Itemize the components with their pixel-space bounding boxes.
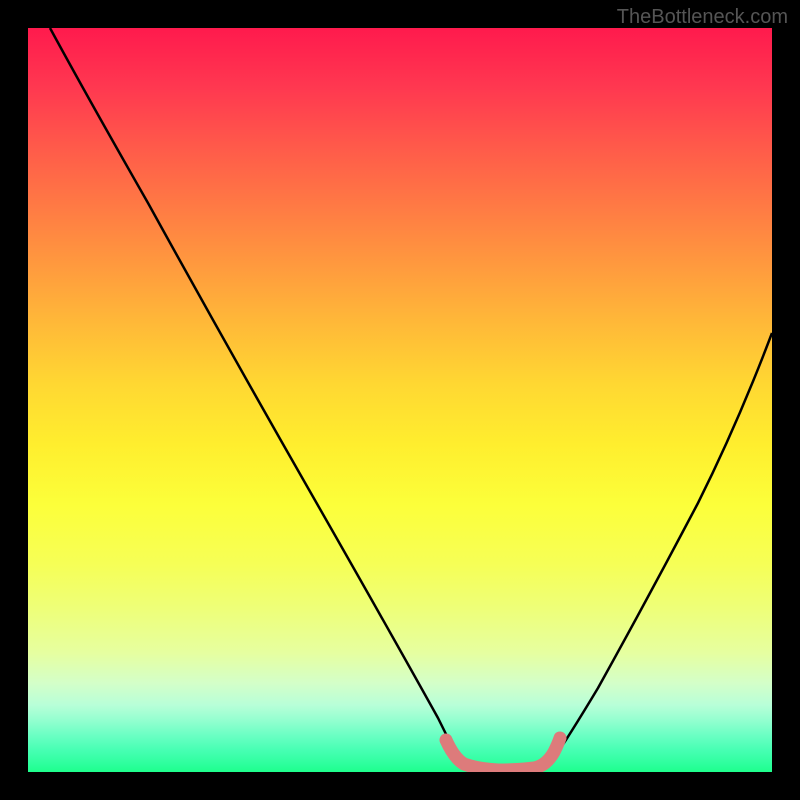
valley-highlight bbox=[446, 738, 560, 770]
plot-area bbox=[28, 28, 772, 772]
chart-container: TheBottleneck.com bbox=[0, 0, 800, 800]
curve-right bbox=[550, 333, 772, 764]
curve-left bbox=[50, 28, 460, 764]
chart-svg bbox=[28, 28, 772, 772]
watermark-text: TheBottleneck.com bbox=[617, 6, 788, 29]
